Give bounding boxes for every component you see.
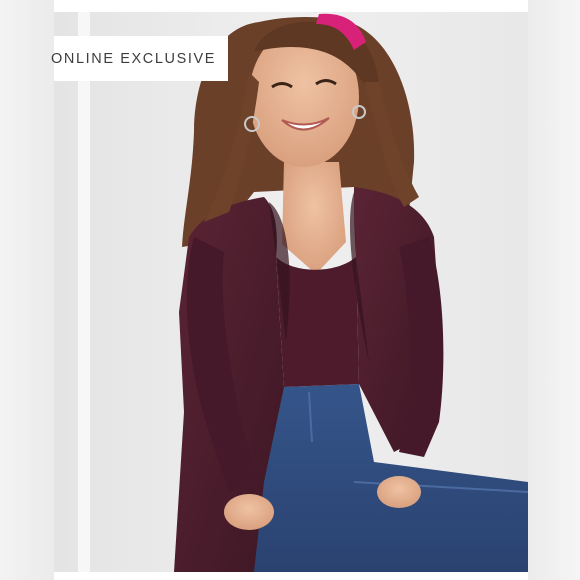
listing-photo-frame: ONLINE EXCLUSIVE xyxy=(0,0,580,580)
left-gray-strip xyxy=(0,0,54,580)
product-photo[interactable] xyxy=(54,12,528,572)
right-gray-strip xyxy=(528,0,580,580)
online-exclusive-badge: ONLINE EXCLUSIVE xyxy=(51,36,228,81)
right-hand xyxy=(377,476,421,508)
product-photo-illustration xyxy=(54,12,528,572)
left-hand xyxy=(224,494,274,530)
backdrop-pillar xyxy=(78,12,90,572)
badge-label: ONLINE EXCLUSIVE xyxy=(51,50,217,67)
